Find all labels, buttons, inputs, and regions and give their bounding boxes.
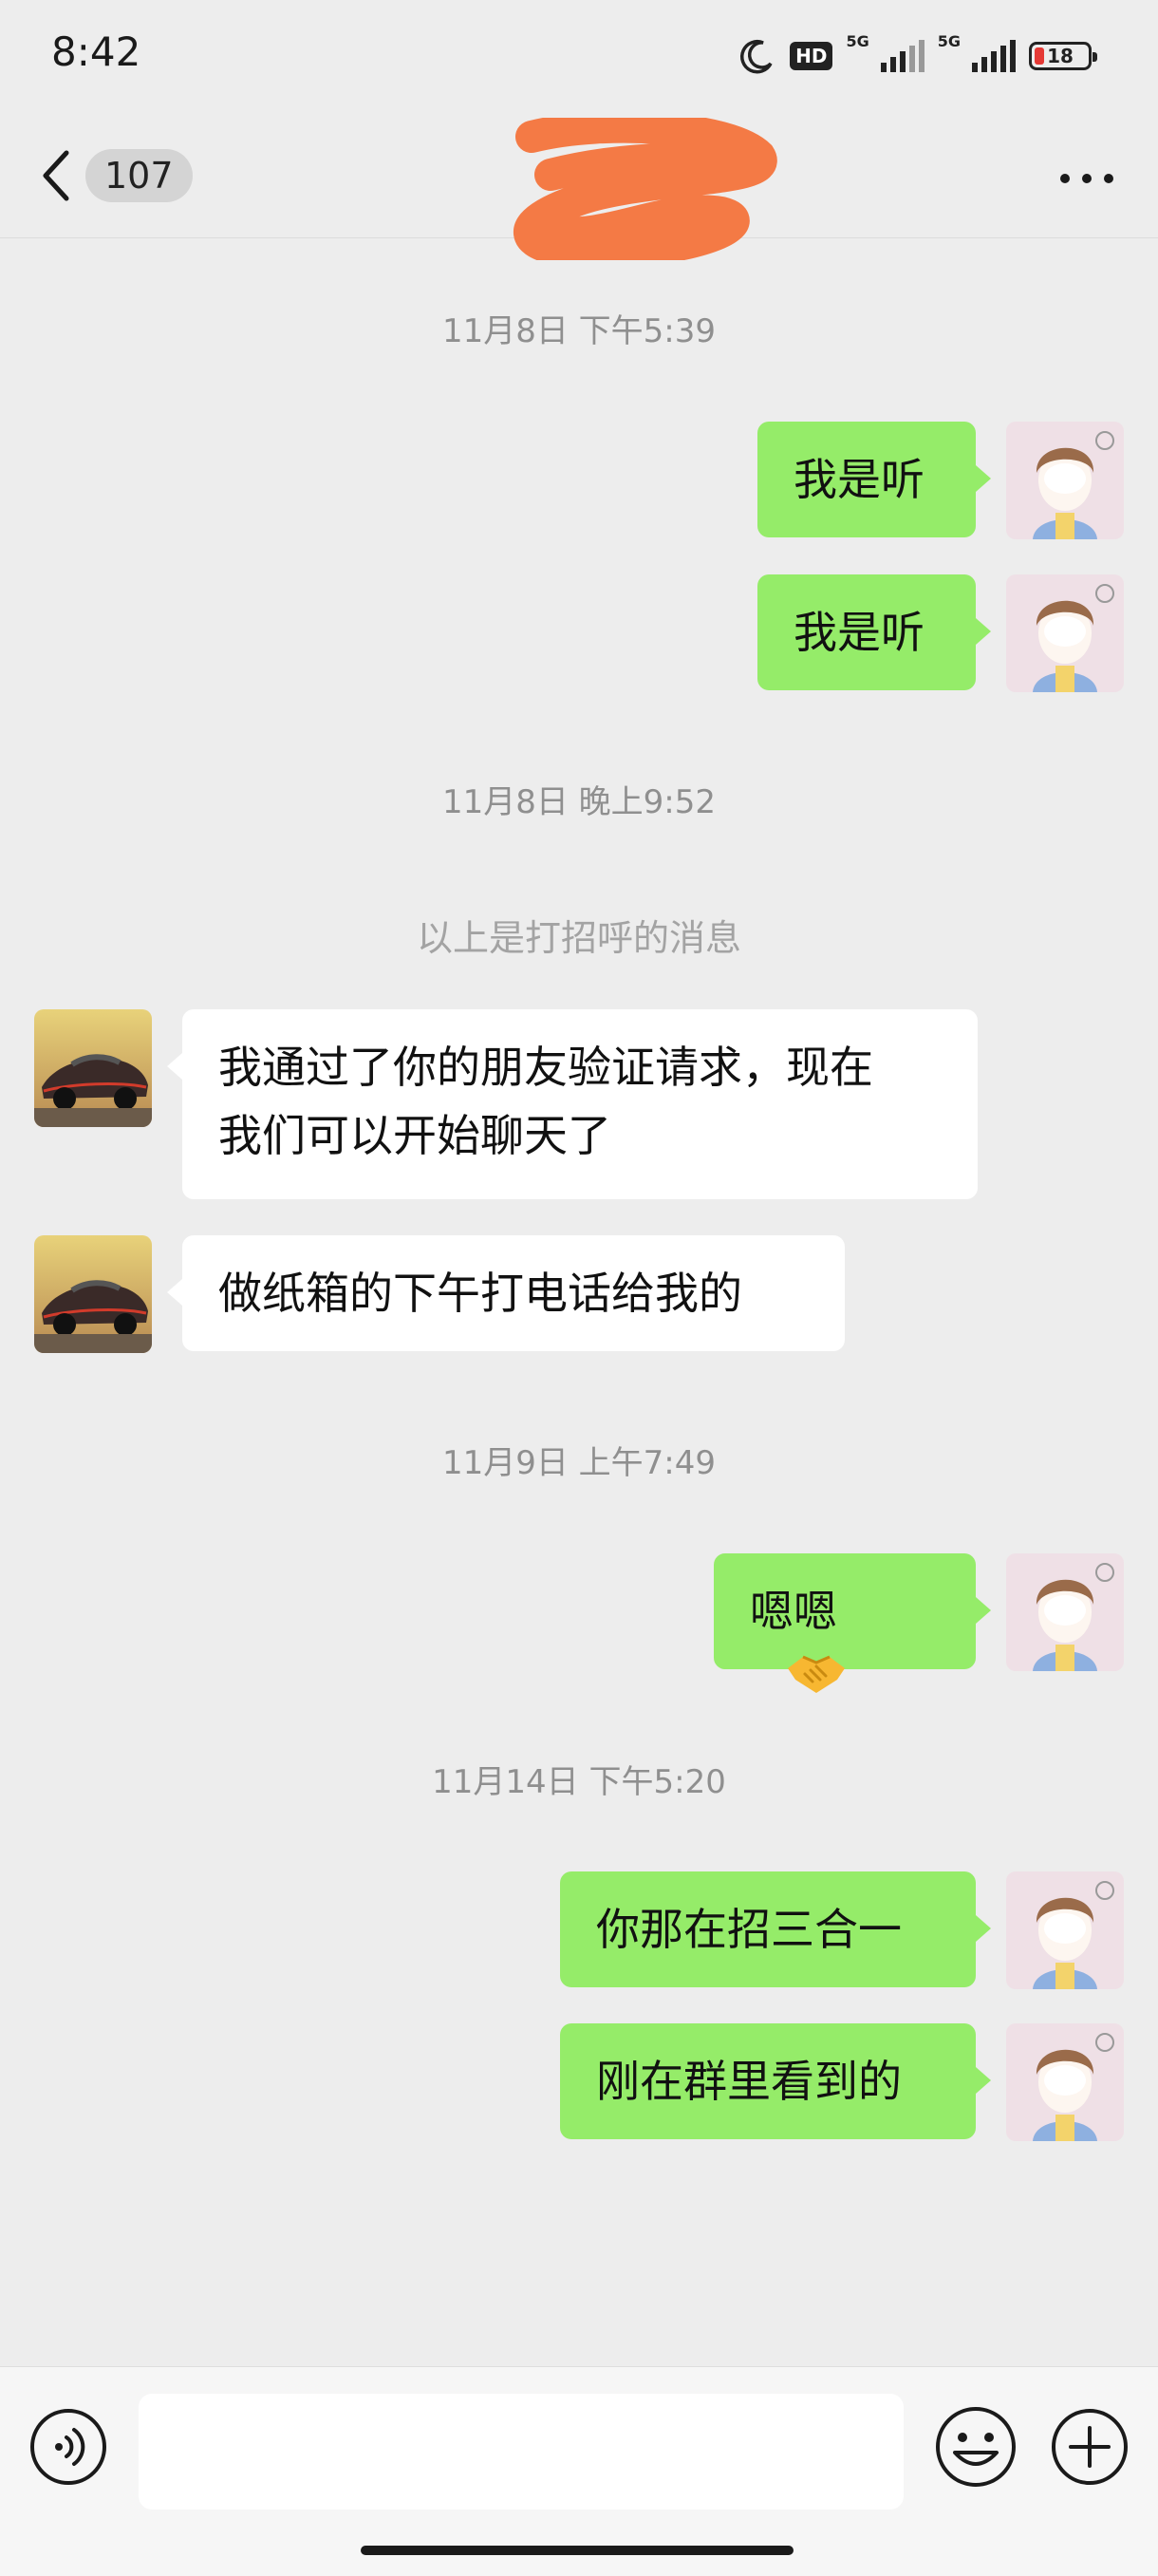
signal-icon-2 [970, 40, 1016, 72]
timestamp: 11月9日 上午7:49 [441, 1444, 717, 1482]
message-bubble-outgoing[interactable]: 我是听 [757, 574, 991, 690]
status-icons: HD 5G 5G 18 [738, 32, 1097, 80]
timestamp: 11月8日 晚上9:52 [441, 783, 717, 821]
battery-icon: 18 [1029, 42, 1097, 70]
avatar-sports-car-image [34, 1009, 152, 1127]
message-bubble-outgoing[interactable]: 我是听 [757, 422, 991, 537]
chat-message-list[interactable]: 11月8日 下午5:39 我是听 我是听 11月8日 晚上9:52 以上是打招呼… [0, 238, 1158, 2365]
timestamp: 11月14日 下午5:20 [432, 1763, 726, 1801]
voice-input-button[interactable] [28, 2407, 108, 2487]
handshake-emoji-icon [784, 1647, 849, 1720]
avatar-cartoon-boy-image [1006, 1553, 1124, 1671]
signal-icon [879, 40, 925, 72]
home-indicator[interactable] [361, 2546, 794, 2555]
message-bubble-incoming[interactable]: 做纸箱的下午打电话给我的 [167, 1235, 845, 1351]
emoji-icon [936, 2407, 1016, 2487]
message-text-line: 我通过了你的朋友验证请求，现在 [218, 1042, 873, 1093]
plus-icon [1052, 2409, 1128, 2485]
message-bubble-outgoing[interactable]: 嗯嗯 [714, 1553, 991, 1693]
network-label-2: 5G [937, 32, 961, 50]
emoji-button[interactable] [932, 2403, 1019, 2491]
unread-count-badge: 107 [85, 149, 193, 202]
message-text: 我是听 [794, 454, 925, 505]
my-avatar[interactable] [1006, 1553, 1124, 1671]
my-avatar[interactable] [1006, 422, 1124, 539]
message-bubble-outgoing[interactable]: 刚在群里看到的 [560, 2023, 991, 2139]
status-time: 8:42 [51, 28, 141, 75]
moon-icon [738, 37, 776, 75]
message-text: 刚在群里看到的 [596, 2056, 902, 2107]
more-dots-icon [1060, 174, 1113, 183]
avatar-cartoon-boy-image [1006, 1871, 1124, 1989]
contact-avatar[interactable] [34, 1009, 152, 1127]
chevron-left-icon [43, 150, 69, 201]
message-text: 做纸箱的下午打电话给我的 [218, 1268, 742, 1319]
status-bar: 8:42 HD 5G 5G 18 [0, 0, 1158, 114]
more-actions-button[interactable] [1048, 2405, 1131, 2489]
avatar-cartoon-boy-image [1006, 574, 1124, 692]
chat-header: 107 [0, 114, 1158, 260]
network-label-1: 5G [846, 32, 869, 50]
avatar-cartoon-boy-image [1006, 2023, 1124, 2141]
hd-badge: HD [790, 42, 833, 70]
message-text: 我是听 [794, 607, 925, 658]
back-button[interactable]: 107 [38, 142, 193, 209]
my-avatar[interactable] [1006, 1871, 1124, 1989]
system-notice: 以上是打招呼的消息 [416, 917, 741, 959]
message-bubble-outgoing[interactable]: 你那在招三合一 [560, 1871, 991, 1987]
message-bubble-incoming[interactable]: 我通过了你的朋友验证请求，现在 我们可以开始聊天了 [167, 1009, 978, 1199]
message-text: 你那在招三合一 [596, 1904, 902, 1955]
more-options-button[interactable] [1054, 150, 1120, 207]
my-avatar[interactable] [1006, 574, 1124, 692]
avatar-sports-car-image [34, 1235, 152, 1353]
contact-avatar[interactable] [34, 1235, 152, 1353]
timestamp: 11月8日 下午5:39 [441, 312, 717, 350]
battery-text: 18 [1047, 45, 1074, 67]
avatar-cartoon-boy-image [1006, 422, 1124, 539]
voice-icon [30, 2409, 106, 2485]
my-avatar[interactable] [1006, 2023, 1124, 2141]
message-input[interactable] [139, 2394, 904, 2510]
message-text: 嗯嗯 [750, 1586, 837, 1637]
input-bar [0, 2366, 1158, 2576]
message-text-line: 我们可以开始聊天了 [218, 1110, 611, 1161]
